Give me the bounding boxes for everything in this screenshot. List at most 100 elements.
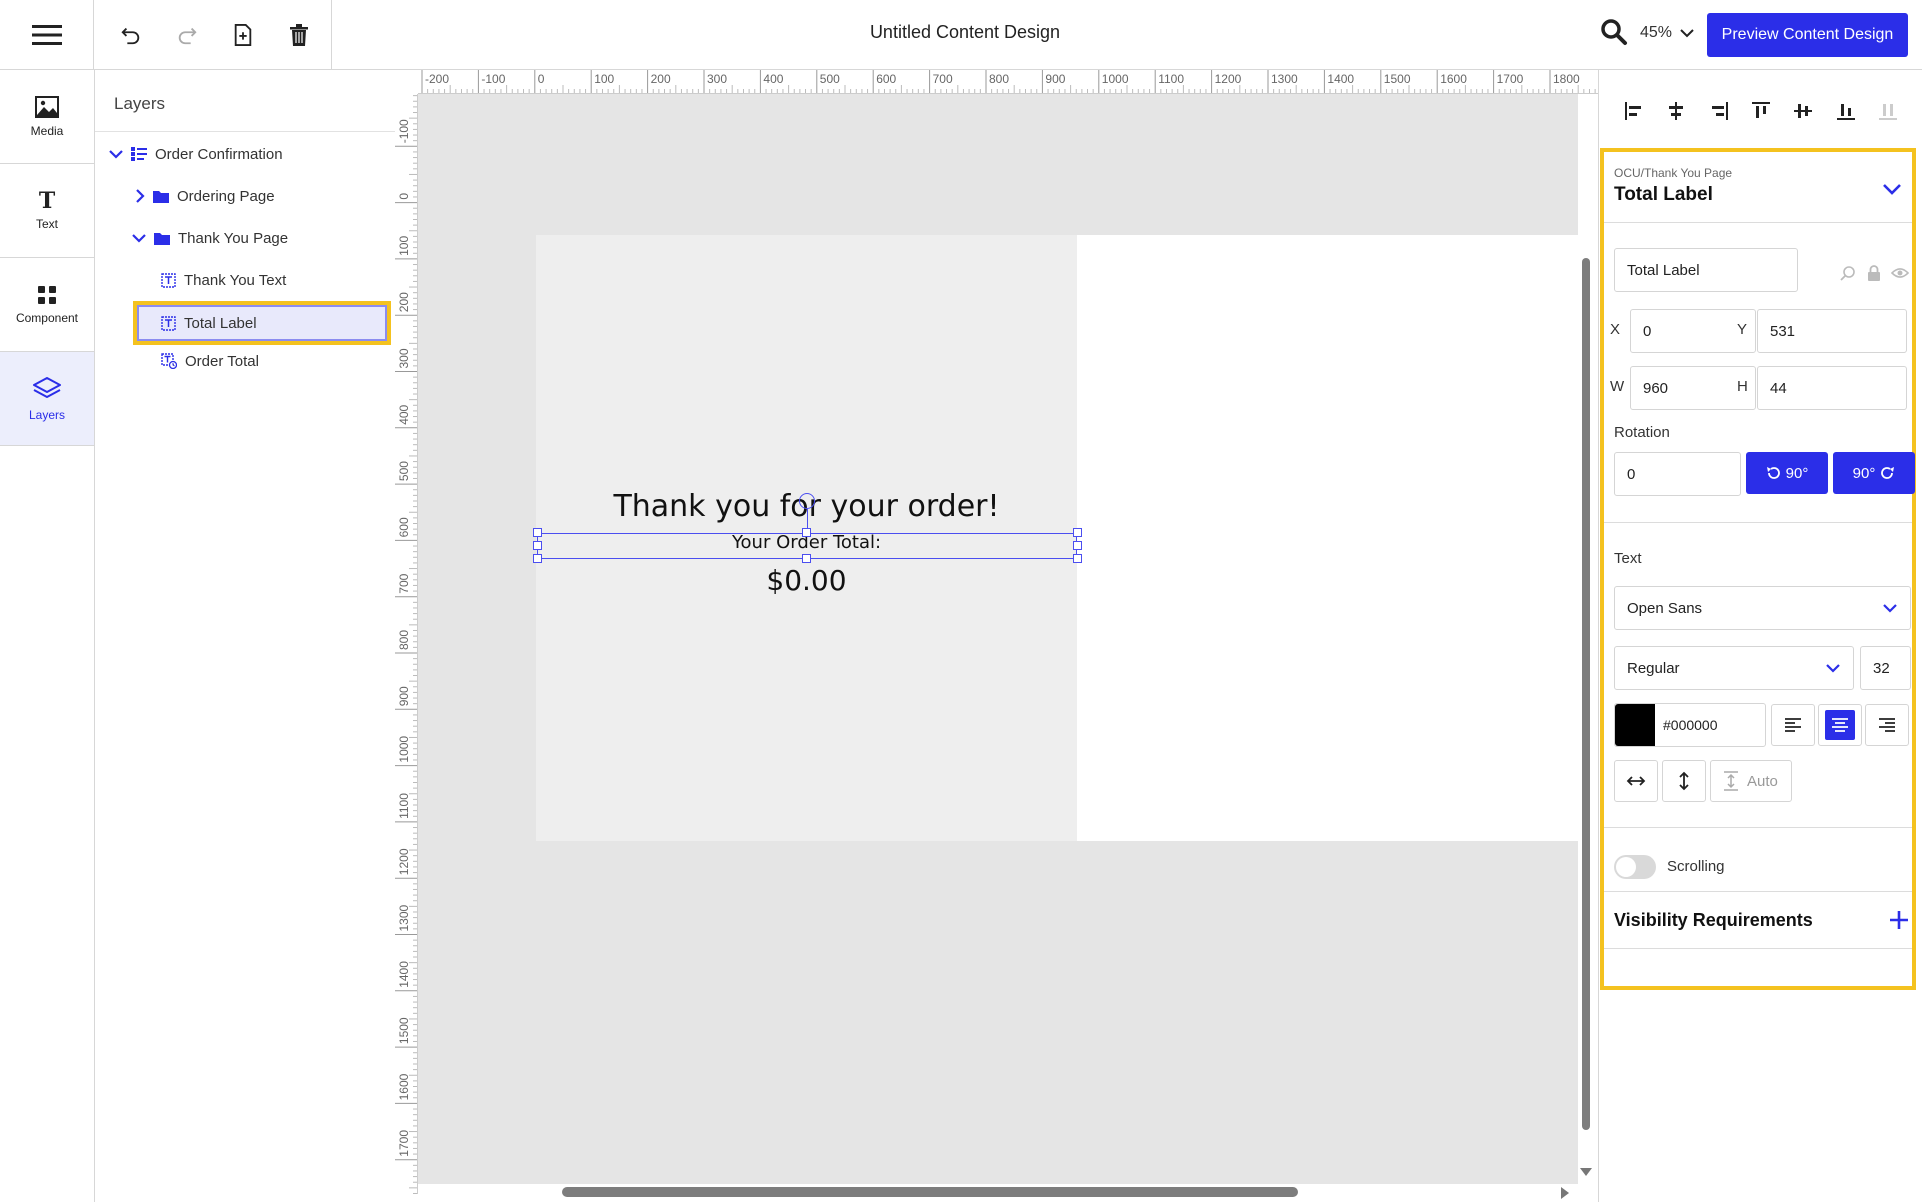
resize-handle-top-right[interactable]: [1073, 528, 1082, 537]
layer-order-total[interactable]: Order Total: [161, 346, 259, 376]
y-input[interactable]: 531: [1757, 309, 1907, 353]
grid-icon: [38, 285, 56, 304]
resize-handle-left[interactable]: [533, 541, 542, 550]
align-bottom-icon[interactable]: [1835, 100, 1857, 122]
lock-icon[interactable]: [1867, 265, 1881, 281]
ruler-label: 0: [397, 193, 411, 200]
y-value: 531: [1770, 322, 1796, 340]
divider: [1604, 891, 1912, 892]
preview-content-design-button[interactable]: Preview Content Design: [1707, 13, 1908, 57]
rail-item-component[interactable]: Component: [0, 258, 94, 352]
auto-line-height-button[interactable]: Auto: [1710, 760, 1792, 802]
font-family-select[interactable]: Open Sans: [1614, 586, 1911, 630]
vertical-scrollbar[interactable]: [1582, 258, 1590, 1130]
chevron-down-icon: [1680, 29, 1694, 38]
align-right-icon[interactable]: [1708, 100, 1730, 122]
order-total-text[interactable]: $0.00: [536, 564, 1077, 597]
ruler-label: -100: [397, 119, 411, 143]
scroll-right-arrow-icon[interactable]: [1560, 1186, 1570, 1200]
resize-handle-bottom-left[interactable]: [533, 554, 542, 563]
element-name-value: Total Label: [1627, 261, 1700, 279]
collapse-chevron-icon[interactable]: [1882, 182, 1902, 196]
rotation-value: 0: [1627, 465, 1636, 483]
vertical-arrows-icon: [1679, 771, 1689, 791]
ruler-label: 600: [876, 72, 896, 86]
align-left-icon[interactable]: [1623, 100, 1645, 122]
horizontal-arrows-icon: [1626, 776, 1646, 786]
scrolling-toggle[interactable]: [1614, 855, 1656, 879]
resize-handle-top[interactable]: [802, 528, 811, 537]
rail-item-layers[interactable]: Layers: [0, 352, 94, 446]
hamburger-menu-button[interactable]: [0, 0, 94, 70]
layer-thank-you-page[interactable]: Thank You Page: [132, 223, 288, 253]
eye-icon[interactable]: [1891, 266, 1909, 280]
resize-handle-bottom-right[interactable]: [1073, 554, 1082, 563]
align-middle-vertical-icon[interactable]: [1792, 100, 1814, 122]
align-text-right-button[interactable]: [1865, 704, 1909, 746]
font-size-input[interactable]: 32: [1860, 646, 1911, 690]
align-center-horizontal-icon[interactable]: [1665, 100, 1687, 122]
document-title[interactable]: Untitled Content Design: [760, 22, 1170, 43]
search-button[interactable]: [1600, 18, 1628, 46]
layer-ordering-page[interactable]: Ordering Page: [135, 181, 275, 211]
rail-item-media[interactable]: Media: [0, 70, 94, 164]
rotate-cw-label: 90°: [1852, 464, 1876, 482]
align-text-center-icon: [1832, 718, 1848, 732]
height-input[interactable]: 44: [1757, 366, 1907, 410]
text-section-label: Text: [1614, 550, 1642, 567]
font-weight-select[interactable]: Regular: [1614, 646, 1854, 690]
add-icon[interactable]: [1889, 910, 1909, 930]
ruler-label: 500: [820, 72, 840, 86]
add-page-button[interactable]: [215, 7, 271, 63]
text-color-field[interactable]: #000000: [1614, 703, 1766, 747]
redo-button[interactable]: [159, 7, 215, 63]
layer-order-confirmation[interactable]: Order Confirmation: [109, 139, 283, 169]
align-text-left-button[interactable]: [1771, 704, 1815, 746]
ruler-label: 500: [397, 461, 411, 481]
h-label: H: [1737, 378, 1748, 395]
rail-item-label: Text: [35, 216, 58, 231]
divider: [1604, 222, 1912, 223]
font-weight-value: Regular: [1627, 659, 1680, 677]
align-text-left-icon: [1785, 718, 1801, 732]
flow-icon: [131, 147, 147, 161]
ruler-label: 1000: [397, 736, 411, 763]
image-icon: [35, 95, 59, 118]
width-value: 960: [1643, 379, 1669, 397]
layer-thank-you-text[interactable]: Thank You Text: [161, 265, 286, 295]
rail-item-label: Component: [15, 310, 79, 325]
ruler-label: 1600: [1440, 72, 1467, 86]
delete-button[interactable]: [271, 7, 327, 63]
redo-icon: [178, 27, 197, 45]
rotate-cw-button[interactable]: 90°: [1833, 452, 1915, 494]
color-swatch[interactable]: [1615, 704, 1655, 746]
layer-total-label[interactable]: Total Label: [161, 308, 257, 338]
distribute-icon[interactable]: [1877, 100, 1899, 122]
ruler-label: 1100: [1158, 72, 1184, 86]
rotate-right-icon: [1881, 467, 1895, 479]
locate-icon[interactable]: [1840, 265, 1856, 281]
auto-width-button[interactable]: [1614, 760, 1658, 802]
align-top-icon[interactable]: [1750, 100, 1772, 122]
chevron-down-icon[interactable]: [132, 233, 146, 243]
design-canvas[interactable]: Thank you for your order! Your Order Tot…: [418, 94, 1578, 1184]
chevron-down-icon[interactable]: [109, 149, 123, 159]
zoom-select[interactable]: 45%: [1640, 24, 1694, 42]
scroll-down-arrow-icon[interactable]: [1579, 1167, 1593, 1177]
undo-button[interactable]: [103, 7, 159, 63]
element-name-input[interactable]: Total Label: [1614, 248, 1798, 292]
resize-handle-bottom[interactable]: [802, 554, 811, 563]
resize-handle-right[interactable]: [1073, 541, 1082, 550]
ruler-label: 800: [397, 630, 411, 650]
rotation-input[interactable]: 0: [1614, 452, 1741, 496]
ruler-label: -200: [425, 72, 449, 86]
resize-handle-top-left[interactable]: [533, 528, 542, 537]
rotation-handle[interactable]: [799, 493, 815, 509]
align-text-center-button[interactable]: [1818, 704, 1862, 746]
rotate-ccw-button[interactable]: 90°: [1746, 452, 1828, 494]
ruler-label: 600: [397, 517, 411, 537]
rail-item-text[interactable]: T Text: [0, 164, 94, 258]
auto-height-button[interactable]: [1662, 760, 1706, 802]
chevron-right-icon[interactable]: [135, 189, 145, 203]
horizontal-scrollbar[interactable]: [562, 1187, 1298, 1197]
